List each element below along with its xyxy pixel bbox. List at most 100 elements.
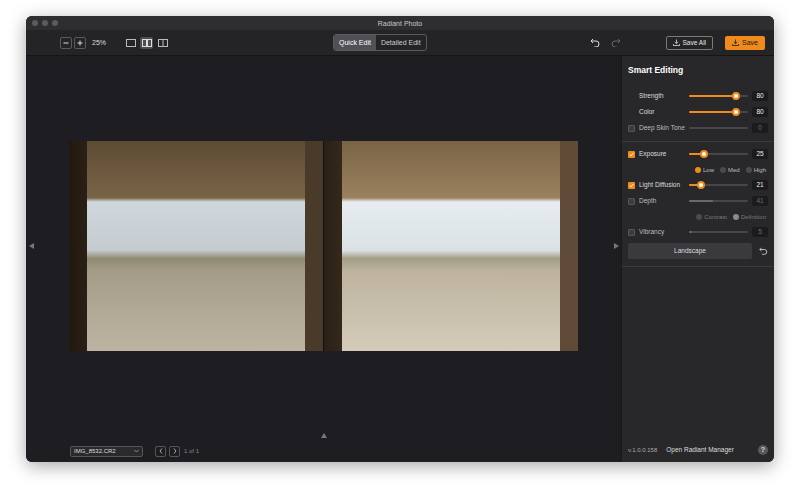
checkbox[interactable] [628, 229, 635, 236]
side-by-side-view-icon [142, 39, 152, 47]
help-button[interactable]: ? [758, 445, 768, 455]
slider-row: Color80 [622, 104, 774, 120]
control-label: Strength [639, 92, 685, 100]
slider-track [689, 231, 748, 233]
app-window: Radiant Photo 25%Quick EditDetailed Edit… [26, 16, 774, 462]
checkbox[interactable] [628, 125, 635, 132]
zoom-in-button[interactable] [74, 37, 86, 49]
checkbox[interactable] [628, 151, 635, 158]
save-button[interactable]: Save [725, 36, 765, 50]
save-all-button[interactable]: Save All [666, 36, 714, 50]
slider-fill [689, 200, 713, 202]
slider-row: Strength 80 [622, 88, 774, 104]
slider[interactable] [689, 228, 748, 237]
save-label: Save [742, 38, 758, 47]
redo-icon[interactable] [610, 37, 622, 49]
photo-preview [69, 141, 578, 351]
slider-knob[interactable] [732, 92, 740, 100]
slider-knob[interactable] [697, 181, 705, 189]
window-controls [32, 20, 378, 26]
toolbar-actions: Save All Save [427, 36, 774, 50]
filmstrip-toggle-icon[interactable] [321, 433, 327, 438]
value-field[interactable]: 80 [752, 91, 768, 101]
radio-button[interactable] [696, 214, 702, 220]
reset-icon[interactable] [758, 247, 768, 255]
radio-button[interactable] [720, 167, 726, 173]
previous-image-icon[interactable] [27, 243, 35, 249]
after-image [323, 141, 578, 351]
slider-track [689, 127, 748, 129]
slider-row: Deep Skin Tone 0 [622, 120, 774, 136]
bottom-bar: IMG_8532.CR2 1 of 1 [26, 440, 621, 462]
undo-icon[interactable] [589, 37, 601, 49]
radio-option[interactable]: High [746, 166, 766, 174]
slider-knob[interactable] [732, 108, 740, 116]
radio-group: Contrast Definition [622, 209, 774, 224]
zoom-controls: 25% [26, 37, 333, 49]
edit-mode-tab[interactable]: Detailed Edit [376, 35, 426, 50]
file-dropdown[interactable]: IMG_8532.CR2 [70, 446, 143, 457]
value-field[interactable]: 41 [752, 196, 768, 206]
smart-editing-panel: Smart EditingStrength80Color80Deep Skin … [621, 56, 774, 462]
workspace: IMG_8532.CR2 1 of 1 Smart Editing Strength… [26, 56, 774, 462]
control-label: Deep Skin Tone [639, 124, 685, 132]
edit-mode-switch: Quick EditDetailed Edit [333, 34, 427, 51]
preset-button[interactable]: Landscape [628, 243, 752, 259]
edit-mode-tab[interactable]: Quick Edit [334, 35, 376, 50]
slider-track [689, 153, 748, 155]
view-mode-button[interactable] [124, 37, 137, 49]
slider[interactable] [689, 181, 748, 190]
slider-fill [689, 95, 736, 97]
zoom-button[interactable] [52, 20, 58, 26]
slider[interactable] [689, 92, 748, 101]
checkbox[interactable] [628, 198, 635, 205]
slider[interactable] [689, 150, 748, 159]
download-icon [673, 39, 680, 46]
file-name: IMG_8532.CR2 [74, 447, 116, 455]
value-field[interactable]: 25 [752, 149, 768, 159]
view-mode-group [124, 37, 169, 49]
value-field[interactable]: 0 [752, 123, 768, 133]
value-field[interactable]: 5 [752, 227, 768, 237]
check-icon [629, 183, 634, 188]
next-button[interactable] [169, 446, 180, 457]
slider-row: Depth 41 [622, 193, 774, 209]
open-manager-link[interactable]: Open Radiant Manager [666, 446, 734, 454]
view-mode-button[interactable] [156, 37, 169, 49]
view-mode-button[interactable] [140, 37, 153, 49]
radio-button[interactable] [695, 167, 701, 173]
page-counter: 1 of 1 [184, 447, 199, 455]
preview-area [26, 56, 621, 430]
previous-button[interactable] [155, 446, 166, 457]
check-icon [629, 152, 634, 157]
minimize-button[interactable] [42, 20, 48, 26]
preset-row: Landscape [622, 240, 774, 261]
slider[interactable] [689, 108, 748, 117]
slider-row: Light Diffusion21 [622, 177, 774, 193]
radio-option[interactable]: Med [720, 166, 740, 174]
minus-icon [63, 40, 69, 46]
slider-fill [689, 231, 692, 233]
slider[interactable] [689, 124, 748, 133]
checkbox[interactable] [628, 182, 635, 189]
radio-option[interactable]: Low [695, 166, 714, 174]
control-label: Vibrancy [639, 228, 685, 236]
value-field[interactable]: 80 [752, 107, 768, 117]
toolbar: 25%Quick EditDetailed Edit Save All Save [26, 30, 774, 56]
window-title: Radiant Photo [378, 19, 422, 28]
panel-section: Exposure25LowMedHighLight Diffusion21Dep… [622, 142, 774, 267]
control-label: Depth [639, 197, 685, 205]
close-button[interactable] [32, 20, 38, 26]
radio-button[interactable] [746, 167, 752, 173]
panel-title: Smart Editing [622, 56, 774, 84]
radio-option[interactable]: Contrast [696, 213, 727, 221]
radio-label: High [754, 166, 766, 174]
next-image-icon[interactable] [612, 243, 620, 249]
value-field[interactable]: 21 [752, 180, 768, 190]
radio-option[interactable]: Definition [733, 213, 766, 221]
slider-fill [689, 111, 736, 113]
slider-knob[interactable] [700, 150, 708, 158]
slider[interactable] [689, 197, 748, 206]
radio-button[interactable] [733, 214, 739, 220]
zoom-out-button[interactable] [60, 37, 72, 49]
